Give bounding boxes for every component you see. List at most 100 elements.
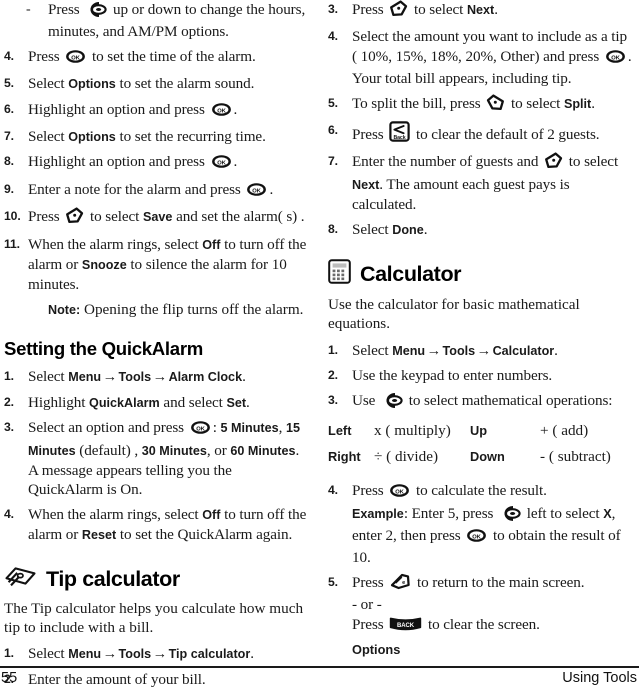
ui-term: Tip calculator <box>168 647 251 662</box>
step-number: 9. <box>4 181 14 196</box>
back-key-small-icon: Back <box>389 121 410 147</box>
step-item: 10. Press to select Save and set the alar… <box>4 207 309 229</box>
step-item: 6. Press Back to clear the default of 2 g… <box>328 121 633 147</box>
ui-term: Off <box>202 507 221 522</box>
ui-term: Save <box>142 210 173 225</box>
ui-term: Split <box>563 96 592 111</box>
substep-item: - Press up or down to change the hours, m… <box>4 0 309 42</box>
step-text: Select Options to set the recurring time… <box>28 128 266 146</box>
step-item: 3. Use to select mathematical operations: <box>328 391 633 413</box>
note-block: Note: Opening the flip turns off the ala… <box>4 300 309 320</box>
ok-key-icon: OK <box>466 528 487 548</box>
end-key-icon: e <box>389 573 411 595</box>
step-number: 10. <box>4 209 21 224</box>
step-text: Press up or down to change the hours, mi… <box>48 1 306 41</box>
chapter-title: Tip calculator <box>46 566 180 591</box>
step-number: 3. <box>4 420 14 435</box>
step-item: 5. To split the bill, press to select Spl… <box>328 94 633 116</box>
nav-key-icon <box>381 392 403 413</box>
step-text: Use the keypad to enter numbers. <box>352 367 553 385</box>
svg-text:OK: OK <box>217 161 226 167</box>
step-text: When the alarm rings, select Off to turn… <box>28 235 307 294</box>
ui-term: Options <box>68 130 116 145</box>
ui-term: Menu <box>68 370 102 385</box>
step-number: 1. <box>4 369 14 384</box>
ui-term: Off <box>202 237 221 252</box>
arrow-separator-icon: → <box>152 369 168 386</box>
step-number: 3. <box>328 392 338 407</box>
step-number: 5. <box>4 76 14 91</box>
step-text: Highlight an option and press OK. <box>28 101 237 118</box>
step-item: 5. Press e to return to the main screen. -… <box>328 573 633 637</box>
nav-key-icon <box>499 505 521 526</box>
step-item: 7. Enter the number of guests and to sele… <box>328 152 633 214</box>
ui-term: Menu <box>68 647 102 662</box>
right-column: 3. Press to select Next. 4. Select the amou… <box>328 0 633 657</box>
right-softkey-icon <box>544 152 563 174</box>
step-text: Press to select Save and set the alarm( … <box>28 207 305 225</box>
step-number: 6. <box>4 101 14 116</box>
operation-key: Right <box>328 449 361 465</box>
left-column: - Press up or down to change the hours, m… <box>4 0 309 694</box>
page-number: 55 <box>1 670 18 686</box>
step-item: 9. Enter a note for the alarm and press O… <box>4 180 309 202</box>
chapter-title: Calculator <box>360 262 462 287</box>
ui-term: Set <box>226 395 247 410</box>
section-heading-quickalarm: Setting the QuickAlarm <box>4 338 204 360</box>
step-item: 1. Select Menu → Tools → Alarm Clock. <box>4 367 309 387</box>
ui-term: Done <box>392 222 424 237</box>
step-item: 1. Select Menu → Tools → Calculator. <box>328 341 633 361</box>
step-text: Press OK to calculate the result. Example… <box>352 482 621 567</box>
step-item: 2. Highlight QuickAlarm and select Set. <box>4 393 309 413</box>
ui-term: Example <box>352 506 404 521</box>
operation-key: Down <box>470 449 505 465</box>
step-text: Press to select Next. <box>352 0 498 18</box>
arrow-separator-icon: → <box>152 646 168 663</box>
step-number: 4. <box>4 48 14 63</box>
operation-key: Up <box>470 423 488 439</box>
ui-term: Alarm Clock <box>168 370 243 385</box>
svg-text:OK: OK <box>217 108 226 114</box>
arrow-separator-icon: → <box>476 342 492 359</box>
ok-key-icon: OK <box>246 182 267 202</box>
calculator-steps-list-after: 4. Press OK to calculate the result. Examp… <box>328 481 633 637</box>
step-number: 5. <box>328 95 338 110</box>
step-item: 4. Press OK to calculate the result. Examp… <box>328 481 633 568</box>
chapter-heading-calculator: Calculator <box>328 259 633 290</box>
calculator-steps-list: 1. Select Menu → Tools → Calculator. 2. Use the… <box>328 341 633 413</box>
ui-term: 30 Minutes <box>141 443 207 458</box>
ui-term: 5 Minutes <box>220 421 279 436</box>
step-text: Press OK to set the time of the alarm. <box>28 48 256 65</box>
svg-text:OK: OK <box>196 426 205 432</box>
right-softkey-icon <box>389 0 408 22</box>
ui-term: Calculator <box>492 343 555 358</box>
ui-term: Reset <box>81 528 117 543</box>
ui-term: Tools <box>442 343 476 358</box>
ok-key-icon: OK <box>389 483 410 503</box>
step-item: 6. Highlight an option and press OK. <box>4 100 309 122</box>
ui-term: Menu <box>392 343 426 358</box>
step-number: 1. <box>328 342 338 357</box>
ui-term: Tools <box>118 370 152 385</box>
step-item: 2. Use the keypad to enter numbers. <box>328 366 633 385</box>
left-softkey-icon <box>486 94 505 116</box>
step-number: 2. <box>328 368 338 383</box>
step-item: 7. Select Options to set the recurring ti… <box>4 127 309 147</box>
tip-calculator-intro: The Tip calculator helps you calculate h… <box>4 599 304 636</box>
step-number: 2. <box>4 394 14 409</box>
step-item: 3. Select an option and press OK: 5 Minut… <box>4 418 309 500</box>
calculator-operations-table: Left x ( multiply) Up + ( add) Right ÷ ( divi… <box>328 422 616 474</box>
tip-calculator-steps-continued: 3. Press to select Next. 4. Select the amou… <box>328 0 633 240</box>
step-number: 5. <box>328 574 338 589</box>
ui-term: QuickAlarm <box>89 395 160 410</box>
step-number: 7. <box>4 129 14 144</box>
ui-term: Next <box>466 3 495 17</box>
step-text: Select the amount you want to include as… <box>352 28 632 88</box>
chapter-heading-tip-calculator: Tip calculator <box>4 565 309 594</box>
operation-value: - ( subtract) <box>540 448 611 466</box>
options-label: Options <box>352 641 401 657</box>
step-item: 4. Select the amount you want to include … <box>328 27 633 88</box>
step-item: 2. Enter the amount of your bill. <box>4 670 309 689</box>
back-key-icon: BACK <box>389 616 422 637</box>
step-number: 8. <box>328 221 338 236</box>
